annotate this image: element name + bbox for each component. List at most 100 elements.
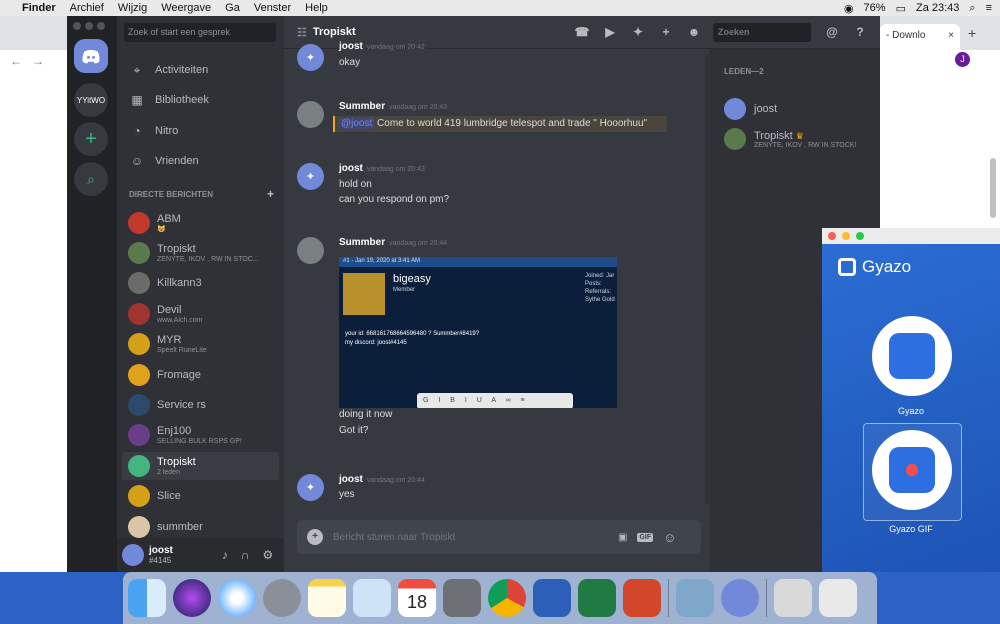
message-avatar[interactable]: ✦ [297, 44, 324, 71]
help-icon[interactable]: ? [852, 25, 868, 39]
message-avatar[interactable] [297, 101, 324, 128]
preview-icon[interactable] [676, 579, 714, 617]
dm-item[interactable]: summber [122, 513, 279, 541]
emoji-icon[interactable]: ☺ [663, 530, 676, 545]
dm-item[interactable]: Devil www.Alch.com [122, 300, 279, 328]
clock[interactable]: Za 23:43 [916, 2, 959, 14]
mail-icon[interactable] [353, 579, 391, 617]
create-dm-icon[interactable]: + [267, 187, 274, 201]
add-server-button[interactable]: + [74, 122, 108, 156]
close-window-dot[interactable] [73, 22, 81, 30]
browser-tab[interactable]: - Downlo × [880, 24, 960, 50]
message-input[interactable]: Bericht sturen naar Tropiskt [333, 532, 608, 543]
microphone-icon[interactable]: ♪ [222, 548, 228, 562]
menu-bar: Finder Archief Wijzig Weergave Ga Venste… [0, 0, 1000, 16]
dm-search-input[interactable]: Zoek of start een gesprek [124, 23, 276, 42]
dm-item[interactable]: MYR Speelt RuneLite [122, 330, 279, 358]
tab-close-icon[interactable]: × [948, 30, 954, 41]
zoom-window-dot[interactable] [97, 22, 105, 30]
server-yvtwo[interactable]: YYitWO [74, 83, 108, 117]
attach-upload-icon[interactable]: + [307, 529, 323, 545]
message-avatar[interactable]: ✦ [297, 474, 324, 501]
battery-percent[interactable]: 76% [864, 2, 886, 14]
minimize-window-dot[interactable] [85, 22, 93, 30]
menu-item-weergave[interactable]: Weergave [161, 2, 211, 14]
nav-activiteiten[interactable]: ⌖ Activiteiten [125, 57, 277, 83]
dm-item[interactable]: Fromage [122, 361, 279, 389]
menu-app-name[interactable]: Finder [22, 2, 56, 14]
dm-item[interactable]: Enj100 SELLING BULK RSPS GP! [122, 421, 279, 449]
member-item[interactable]: Tropiskt ♛ ZENYTE, IKOV , RW IN STOCK! [724, 128, 856, 150]
battery-icon[interactable]: ▭ [896, 2, 906, 15]
menu-item-archief[interactable]: Archief [70, 2, 104, 14]
image-attachment[interactable]: #1 - Jan 19, 2020 at 3:41 AM bigeasy Mem… [339, 257, 617, 408]
gift-icon[interactable]: ▣ [618, 532, 627, 543]
member-item[interactable]: joost [724, 98, 777, 120]
dm-item[interactable]: Killkann3 [122, 269, 279, 297]
menu-item-ga[interactable]: Ga [225, 2, 240, 14]
user-avatar[interactable] [122, 544, 144, 566]
menu-item-help[interactable]: Help [305, 2, 328, 14]
add-friend-icon[interactable]: + [658, 25, 674, 39]
close-window-dot[interactable] [828, 232, 836, 240]
dm-item[interactable]: Slice [122, 482, 279, 510]
menu-item-venster[interactable]: Venster [254, 2, 291, 14]
nav-label: Vrienden [155, 155, 199, 167]
back-icon[interactable]: ← [10, 54, 22, 68]
chrome-icon[interactable] [488, 579, 526, 617]
nav-vrienden[interactable]: ☺ Vrienden [125, 148, 277, 174]
nav-nitro[interactable]: ◔ Nitro [125, 118, 277, 144]
member-list-icon[interactable]: ☻ [686, 25, 702, 39]
gyazo-gif-app-button[interactable] [872, 430, 952, 510]
message-author[interactable]: joost vandaag om 20:42 [339, 41, 425, 52]
control-center-icon[interactable]: ≡ [986, 2, 992, 14]
message-author[interactable]: Summber vandaag om 20:43 [339, 101, 447, 112]
scrollbar[interactable] [990, 158, 996, 218]
downloads-icon[interactable] [774, 579, 812, 617]
message-author[interactable]: joost vandaag om 20:44 [339, 474, 425, 485]
system-preferences-icon[interactable] [443, 579, 481, 617]
excel-icon[interactable] [578, 579, 616, 617]
video-call-icon[interactable]: ▶ [602, 25, 618, 39]
siri-icon[interactable] [173, 579, 211, 617]
profile-avatar[interactable]: J [955, 52, 970, 67]
powerpoint-icon[interactable] [623, 579, 661, 617]
new-tab-button[interactable]: + [968, 25, 976, 41]
pinned-messages-icon[interactable]: ✦ [630, 25, 646, 39]
nav-bibliotheek[interactable]: ▦ Bibliotheek [125, 87, 277, 113]
search-icon[interactable]: ⌕ [969, 2, 975, 15]
message-author[interactable]: joost vandaag om 20:43 [339, 163, 425, 174]
message-time: vandaag om 20:43 [366, 166, 425, 173]
menu-item-wijzig[interactable]: Wijzig [118, 2, 147, 14]
forward-icon[interactable]: → [32, 54, 44, 68]
message-avatar[interactable] [297, 237, 324, 264]
wifi-icon[interactable]: ◉ [844, 2, 854, 15]
voice-call-icon[interactable]: ☎ [574, 25, 590, 39]
gyazo-app-button[interactable] [872, 316, 952, 396]
home-button[interactable] [74, 39, 108, 73]
message-avatar[interactable]: ✦ [297, 163, 324, 190]
notes-icon[interactable] [308, 579, 346, 617]
header-search-input[interactable]: Zoeken [713, 23, 811, 42]
settings-gear-icon[interactable]: ⚙ [263, 548, 274, 562]
message-time: vandaag om 20:44 [366, 477, 425, 484]
finder-icon[interactable] [128, 579, 166, 617]
headphones-icon[interactable]: ∩ [241, 548, 250, 562]
dm-item[interactable]: Tropiskt 2 leden [122, 452, 279, 480]
discord-icon[interactable] [721, 579, 759, 617]
dm-item[interactable]: Service rs [122, 391, 279, 419]
word-icon[interactable] [533, 579, 571, 617]
message-author[interactable]: Summber vandaag om 20:44 [339, 237, 447, 248]
dm-item[interactable]: ABM 😺 [122, 209, 279, 237]
mentions-icon[interactable]: @ [824, 25, 840, 39]
dm-item[interactable]: Tropiskt ZENYTE, IKOV , RW IN STOC... [122, 239, 279, 267]
gif-button[interactable]: GIF [637, 532, 654, 542]
explore-servers-button[interactable]: ⌕ [74, 162, 108, 196]
zoom-window-dot[interactable] [856, 232, 864, 240]
user-mention[interactable]: @joost [339, 118, 375, 129]
minimize-window-dot[interactable] [842, 232, 850, 240]
calendar-icon[interactable]: 18 [398, 579, 436, 617]
safari-icon[interactable] [218, 579, 256, 617]
launchpad-icon[interactable] [263, 579, 301, 617]
trash-icon[interactable] [819, 579, 857, 617]
